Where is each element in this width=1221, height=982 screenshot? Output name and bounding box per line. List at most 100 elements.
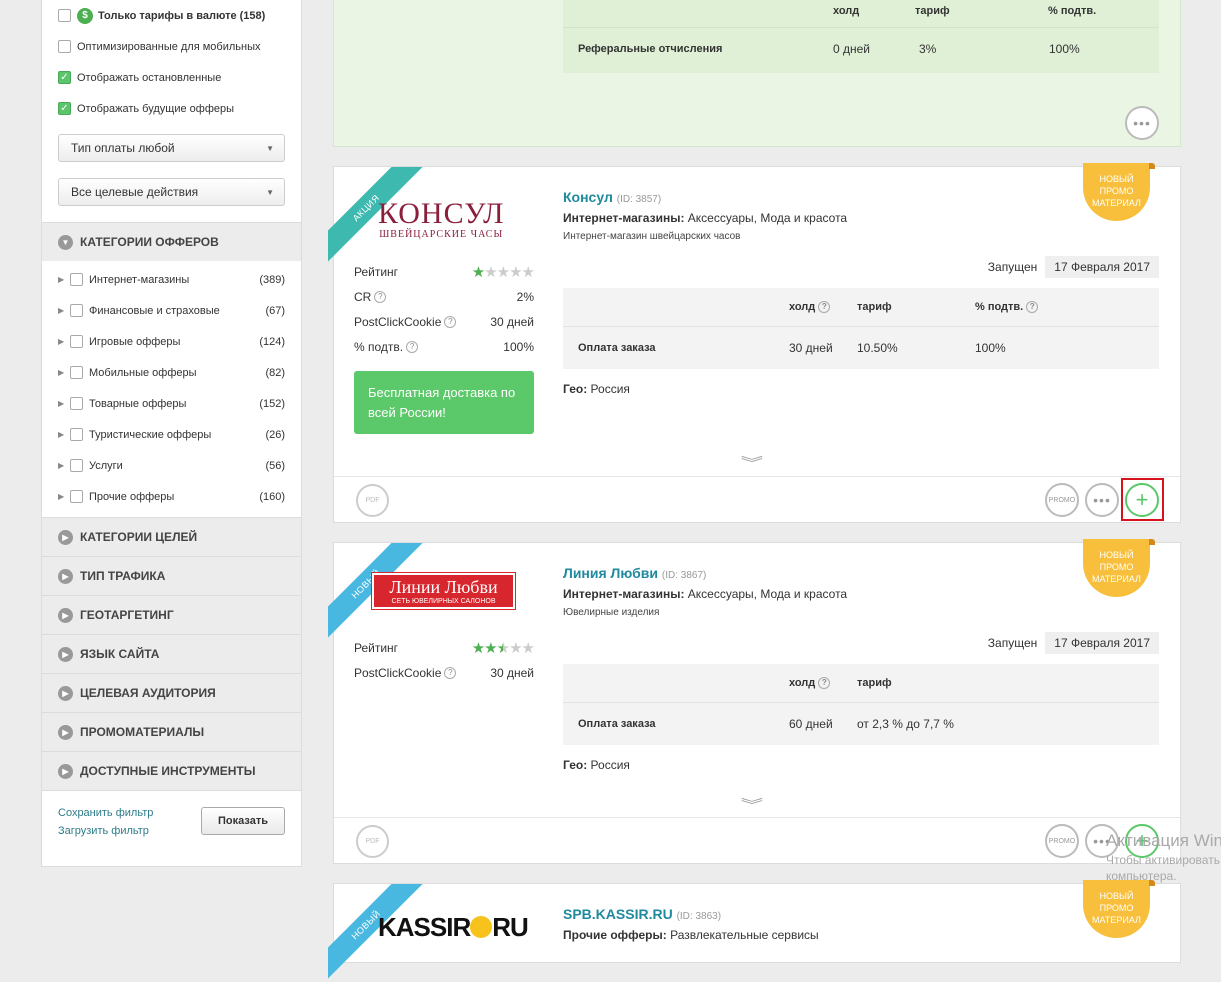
section-available-tools[interactable]: ▶ ДОСТУПНЫЕ ИНСТРУМЕНТЫ (42, 751, 301, 790)
help-icon[interactable]: ? (444, 316, 457, 329)
category-item[interactable]: ▶ Услуги (56) (42, 450, 301, 481)
expand-icon[interactable]: ▶ (58, 430, 70, 439)
expand-chevron-icon[interactable]: ︾ (741, 795, 763, 815)
offer-stats: Рейтинг ★★★★★ CR? 2% PostClickCookie? 30 дн… (354, 259, 535, 359)
offer-info: Линия Любви (ID: 3867) Интернет-магазины… (563, 565, 848, 618)
expand-icon: ▶ (58, 763, 73, 779)
save-filter-link[interactable]: Сохранить фильтр (58, 807, 153, 819)
expand-icon[interactable]: ▶ (58, 368, 70, 377)
category-item[interactable]: ▶ Туристические офферы (26) (42, 419, 301, 450)
launch-date: Запущен 17 Февраля 2017 (988, 632, 1159, 654)
mobile-optimized-checkbox[interactable]: Оптимизированные для мобильных (42, 31, 301, 62)
table-row: Реферальные отчисления 0 дней 3% 100% (563, 27, 1159, 69)
document-icon[interactable]: PDF (356, 484, 389, 517)
expand-icon: ▶ (58, 685, 73, 701)
category-item[interactable]: ▶ Интернет-магазины (389) (42, 264, 301, 295)
table-header: холд? тариф (563, 664, 1159, 703)
pcc-row: PostClickCookie? 30 дней (354, 314, 534, 329)
dollar-icon: $ (77, 7, 93, 24)
header-approve: % подтв. (1048, 5, 1097, 17)
table-header: холд тариф % подтв. (563, 0, 1159, 27)
rating-stars: ★★★★★ (471, 263, 535, 281)
show-stopped-checkbox[interactable]: ✓ Отображать остановленные (42, 62, 301, 93)
geo-line: Гео: Россия (563, 382, 630, 396)
more-options-button[interactable]: ••• (1125, 106, 1159, 140)
expand-icon: ▶ (58, 607, 73, 623)
help-icon[interactable]: ? (374, 291, 387, 304)
offer-info: Консул (ID: 3857) Интернет-магазины: Акс… (563, 189, 848, 242)
table-row: Оплата заказа 60 дней от 2,3 % до 7,7 % (578, 717, 954, 731)
expand-icon[interactable]: ▶ (58, 461, 70, 470)
help-icon[interactable]: ? (818, 301, 831, 314)
checkbox[interactable] (70, 397, 83, 410)
checkmark-icon[interactable]: ✓ (58, 71, 71, 84)
checkmark-icon[interactable]: ✓ (58, 102, 71, 115)
rating-row: Рейтинг ★★★★★ (354, 639, 535, 657)
offer-card: НОВЫЙ НОВЫЙ ПРОМО МАТЕРИАЛ Линии Любви С… (328, 539, 1181, 864)
currency-filter-checkbox[interactable]: $ Только тарифы в валюте (158) (42, 0, 301, 31)
expand-icon[interactable]: ▶ (58, 275, 70, 284)
offer-stats: Рейтинг ★★★★★ PostClickCookie? 30 дней (354, 635, 535, 685)
help-icon[interactable]: ? (818, 677, 831, 690)
checkbox[interactable] (70, 428, 83, 441)
expand-icon: ▶ (58, 724, 73, 740)
rating-row: Рейтинг ★★★★★ (354, 263, 535, 281)
rating-stars: ★★★★★ (471, 639, 535, 657)
expand-chevron-icon[interactable]: ︾ (741, 453, 763, 473)
section-geotargeting[interactable]: ▶ ГЕОТАРГЕТИНГ (42, 595, 301, 634)
expand-icon[interactable]: ▶ (58, 337, 70, 346)
checkbox[interactable] (70, 490, 83, 503)
more-options-button[interactable]: ••• (1085, 483, 1119, 517)
offer-title-link[interactable]: Консул (563, 189, 613, 205)
help-icon[interactable]: ? (1026, 301, 1039, 314)
offer-categories-header[interactable]: ▼ КАТЕГОРИИ ОФФЕРОВ (42, 222, 301, 261)
checkbox[interactable] (70, 304, 83, 317)
section-promo-materials[interactable]: ▶ ПРОМОМАТЕРИАЛЫ (42, 712, 301, 751)
highlight-box (1121, 478, 1164, 521)
help-icon[interactable]: ? (444, 667, 457, 680)
table-row: Оплата заказа 30 дней 10.50% 100% (578, 341, 1006, 355)
payment-type-select[interactable]: Тип оплаты любой ▼ (58, 134, 285, 162)
offer-title-link[interactable]: Линия Любви (563, 565, 658, 581)
section-goal-categories[interactable]: ▶ КАТЕГОРИИ ЦЕЛЕЙ (42, 517, 301, 556)
cr-row: CR? 2% (354, 289, 534, 304)
expand-icon: ▶ (58, 568, 73, 584)
offer-info: SPB.KASSIR.RU (ID: 3863) Прочие офферы: … (563, 906, 819, 942)
smiley-icon (470, 916, 493, 938)
promo-button[interactable]: PROMO (1045, 483, 1079, 517)
help-icon[interactable]: ? (406, 341, 419, 354)
expand-icon[interactable]: ▶ (58, 306, 70, 315)
expand-icon[interactable]: ▶ (58, 492, 70, 501)
section-traffic-type[interactable]: ▶ ТИП ТРАФИКА (42, 556, 301, 595)
expand-icon[interactable]: ▶ (58, 399, 70, 408)
load-filter-link[interactable]: Загрузить фильтр (58, 825, 153, 837)
header-tariff: тариф (915, 5, 950, 17)
category-item[interactable]: ▶ Финансовые и страховые (67) (42, 295, 301, 326)
offer-title-link[interactable]: SPB.KASSIR.RU (563, 906, 673, 922)
category-item[interactable]: ▶ Игровые офферы (124) (42, 326, 301, 357)
checkbox[interactable] (70, 335, 83, 348)
filter-links: Сохранить фильтр Загрузить фильтр (58, 807, 153, 843)
tariff-table: холд тариф % подтв. Реферальные отчислен… (563, 0, 1159, 73)
category-item[interactable]: ▶ Прочие офферы (160) (42, 481, 301, 512)
tariff-table: холд? тариф Оплата заказа 60 дней от 2,3… (563, 664, 1159, 745)
category-item[interactable]: ▶ Товарные офферы (152) (42, 388, 301, 419)
checkbox[interactable] (58, 40, 71, 53)
checkbox[interactable] (70, 459, 83, 472)
show-future-checkbox[interactable]: ✓ Отображать будущие офферы (42, 93, 301, 124)
category-item[interactable]: ▶ Мобильные офферы (82) (42, 357, 301, 388)
checkbox[interactable] (58, 9, 71, 22)
approve-row: % подтв.? 100% (354, 339, 534, 354)
chevron-down-icon: ▼ (266, 187, 274, 197)
promo-button[interactable]: PROMO (1045, 824, 1079, 858)
card-footer: PDF PROMO ••• + (334, 476, 1180, 522)
document-icon[interactable]: PDF (356, 825, 389, 858)
filter-sidebar: $ Только тарифы в валюте (158) Оптимизир… (41, 0, 302, 867)
target-action-select[interactable]: Все целевые действия ▼ (58, 178, 285, 206)
filter-footer: Сохранить фильтр Загрузить фильтр Показа… (42, 790, 301, 850)
checkbox[interactable] (70, 366, 83, 379)
show-button[interactable]: Показать (201, 807, 285, 835)
section-site-language[interactable]: ▶ ЯЗЫК САЙТА (42, 634, 301, 673)
section-target-audience[interactable]: ▶ ЦЕЛЕВАЯ АУДИТОРИЯ (42, 673, 301, 712)
checkbox[interactable] (70, 273, 83, 286)
